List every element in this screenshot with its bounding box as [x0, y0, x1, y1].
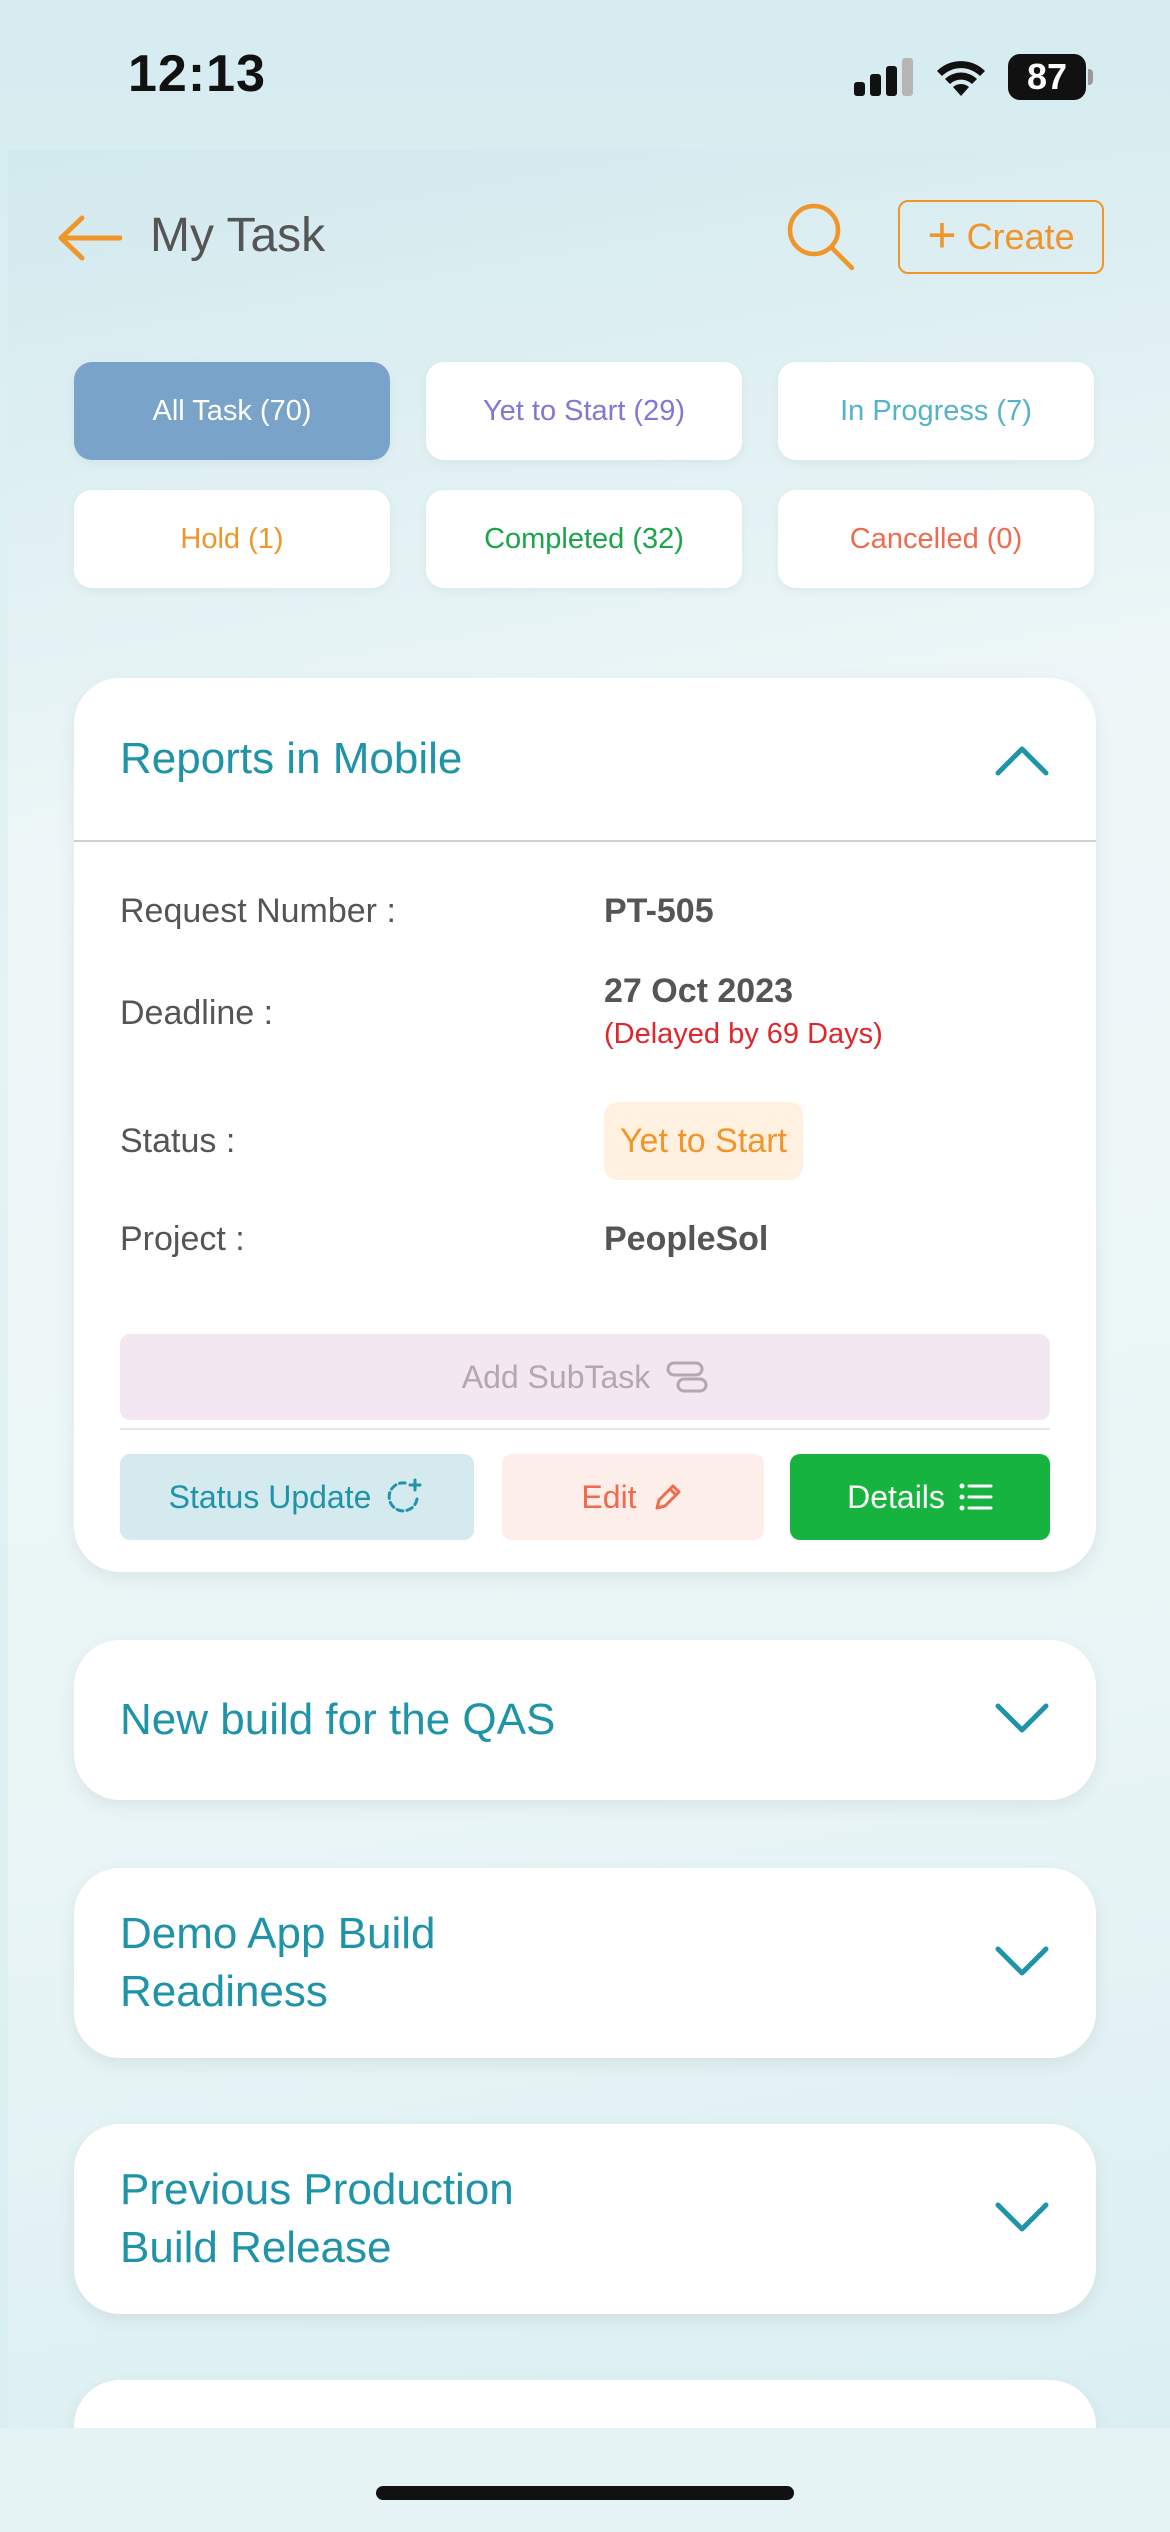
request-number-label: Request Number :	[120, 892, 396, 930]
home-indicator[interactable]	[376, 2486, 794, 2500]
cellular-signal-icon	[854, 58, 916, 96]
status-time: 12:13	[128, 45, 266, 103]
task-title: Demo App Build Readiness	[120, 1909, 436, 2016]
chevron-up-icon[interactable]	[994, 741, 1050, 777]
filter-completed[interactable]: Completed (32)	[426, 490, 742, 588]
task-card: New build for the QAS	[74, 1640, 1096, 1800]
filter-all-task[interactable]: All Task (70)	[74, 362, 390, 460]
status-label: Status :	[120, 1122, 236, 1160]
status-bar: 12:13 87	[0, 0, 1170, 150]
filter-yet-to-start[interactable]: Yet to Start (29)	[426, 362, 742, 460]
page-title: My Task	[150, 209, 326, 262]
details-label: Details	[847, 1478, 945, 1515]
task-card-partial[interactable]	[74, 2380, 1096, 2428]
project-label: Project :	[120, 1220, 245, 1258]
task-card: Previous Production Build Release	[74, 2124, 1096, 2314]
wifi-icon	[937, 61, 985, 96]
chevron-down-icon[interactable]	[994, 1702, 1050, 1738]
task-card-header[interactable]: Demo App Build Readiness	[74, 1868, 1096, 2058]
search-icon[interactable]	[784, 200, 856, 272]
chevron-down-icon[interactable]	[994, 2201, 1050, 2237]
add-subtask-label: Add SubTask	[461, 1358, 651, 1395]
refresh-plus-icon	[388, 1478, 422, 1513]
edit-button[interactable]: Edit	[502, 1454, 764, 1540]
back-arrow-icon[interactable]	[56, 212, 122, 264]
task-card-header[interactable]: Previous Production Build Release	[74, 2124, 1096, 2314]
chevron-down-icon[interactable]	[994, 1945, 1050, 1981]
task-title: Reports in Mobile	[120, 734, 463, 783]
task-card-header[interactable]: New build for the QAS	[74, 1640, 1096, 1800]
pencil-icon	[655, 1484, 681, 1510]
list-icon	[959, 1483, 993, 1511]
plus-icon: +	[927, 207, 957, 263]
deadline-label: Deadline :	[120, 994, 274, 1032]
details-button[interactable]: Details	[790, 1454, 1050, 1540]
create-button[interactable]: + Create	[898, 200, 1104, 274]
bottom-fade	[0, 2428, 1170, 2532]
status-update-button[interactable]: Status Update	[120, 1454, 474, 1540]
subtask-icon	[666, 1361, 708, 1393]
battery-level: 87	[1008, 54, 1086, 100]
task-title: Previous Production Build Release	[120, 2165, 514, 2272]
divider	[120, 1428, 1050, 1430]
task-filter-chips: All Task (70) Yet to Start (29) In Progr…	[74, 362, 1096, 588]
add-subtask-button[interactable]: Add SubTask	[120, 1334, 1050, 1420]
edit-label: Edit	[581, 1478, 637, 1515]
create-button-label: Create	[966, 216, 1075, 257]
task-title: New build for the QAS	[120, 1695, 556, 1744]
filter-in-progress[interactable]: In Progress (7)	[778, 362, 1094, 460]
delay-text: (Delayed by 69 Days)	[604, 1018, 883, 1050]
task-card: Reports in Mobile Request Number : PT-50…	[74, 678, 1096, 1572]
task-card-header[interactable]: Reports in Mobile	[74, 678, 1096, 842]
status-update-label: Status Update	[168, 1478, 372, 1515]
filter-cancelled[interactable]: Cancelled (0)	[778, 490, 1094, 588]
deadline-value: 27 Oct 2023	[604, 972, 794, 1010]
filter-hold[interactable]: Hold (1)	[74, 490, 390, 588]
battery-icon: 87	[1008, 54, 1093, 100]
request-number-value: PT-505	[604, 892, 714, 930]
project-value: PeopleSol	[604, 1220, 769, 1258]
status-badge: Yet to Start	[604, 1102, 803, 1180]
task-card: Demo App Build Readiness	[74, 1868, 1096, 2058]
